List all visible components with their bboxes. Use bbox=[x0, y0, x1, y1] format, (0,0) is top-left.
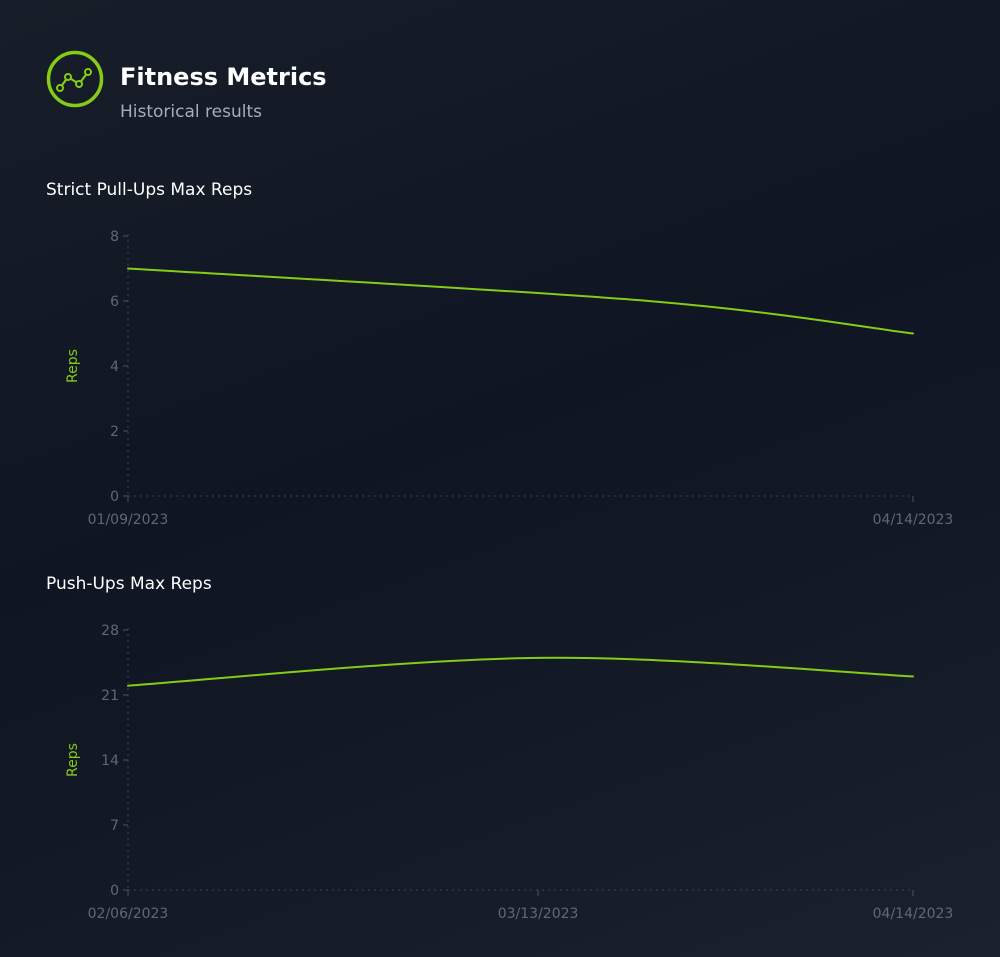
pullups-chart-svg: 0 2 4 6 8 01/09/2023 04/14/2023 Reps bbox=[65, 229, 954, 528]
pullups-chart: Strict Pull-Ups Max Reps 0 2 4 6 8 01/09/2023… bbox=[0, 180, 1000, 540]
x-tick-label: 04/14/2023 bbox=[873, 512, 954, 528]
line-chart-icon bbox=[46, 50, 104, 108]
y-tick-label: 0 bbox=[110, 883, 119, 899]
series-line bbox=[127, 267, 914, 335]
y-tick-label: 28 bbox=[101, 623, 119, 639]
series-line bbox=[127, 656, 914, 687]
app-subtitle: Historical results bbox=[120, 102, 262, 122]
y-tick-label: 2 bbox=[110, 424, 119, 440]
y-tick-label: 0 bbox=[110, 489, 119, 505]
y-axis-title: Reps bbox=[65, 349, 81, 383]
x-tick-label: 01/09/2023 bbox=[88, 512, 169, 528]
x-tick-label: 02/06/2023 bbox=[88, 906, 169, 922]
y-tick-label: 7 bbox=[110, 818, 119, 834]
y-axis-title: Reps bbox=[65, 743, 81, 777]
y-tick-label: 14 bbox=[101, 753, 119, 769]
y-tick-label: 6 bbox=[110, 294, 119, 310]
x-tick-label: 04/14/2023 bbox=[873, 906, 954, 922]
pushups-chart-svg: 0 7 14 21 28 02/06/2023 03/13/2023 04/14/2023 Re… bbox=[65, 623, 954, 922]
y-tick-label: 8 bbox=[110, 229, 119, 245]
pushups-chart: Push-Ups Max Reps 0 7 14 21 28 02/06/2023 03/1… bbox=[0, 574, 1000, 934]
app-title: Fitness Metrics bbox=[120, 63, 327, 91]
x-tick-label: 03/13/2023 bbox=[498, 906, 579, 922]
y-tick-label: 4 bbox=[110, 359, 119, 375]
y-tick-label: 21 bbox=[101, 688, 119, 704]
